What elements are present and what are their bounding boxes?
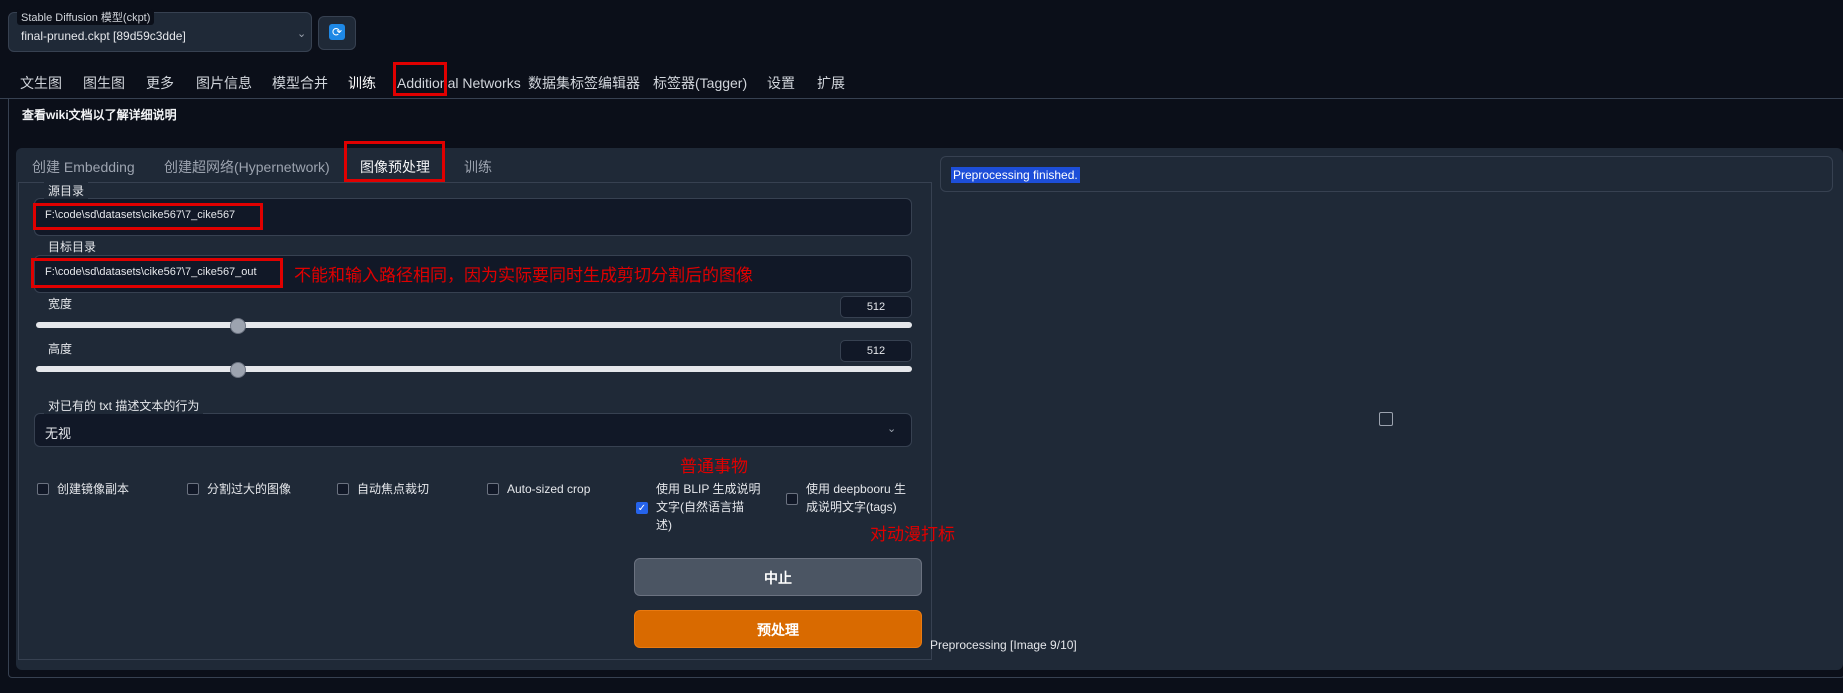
image-placeholder-icon (1379, 412, 1393, 426)
checkbox-create-flipped-copies[interactable] (37, 483, 49, 495)
progress-text: Preprocessing [Image 9/10] (930, 638, 1077, 652)
highlight-box-source-path (33, 203, 263, 230)
width-label: 宽度 (48, 297, 73, 311)
checkbox-auto-focal-crop[interactable] (337, 483, 349, 495)
target-directory-label: 目标目录 (44, 238, 101, 255)
height-label: 高度 (48, 342, 73, 356)
height-slider[interactable] (36, 366, 912, 372)
tab-settings[interactable]: 设置 (757, 68, 805, 98)
refresh-icon: ⟳ (329, 24, 345, 40)
subtab-create-hypernetwork[interactable]: 创建超网络(Hypernetwork) (164, 152, 330, 182)
label-blip-caption-line2: 文字(自然语言描 (656, 500, 744, 514)
annotation-anime-tagging: 对动漫打标 (870, 525, 955, 545)
tab-more[interactable]: 更多 (136, 68, 184, 98)
tab-extensions[interactable]: 扩展 (807, 68, 855, 98)
refresh-model-button[interactable]: ⟳ (318, 16, 356, 50)
model-dropdown[interactable]: final-pruned.ckpt [89d59c3dde] ⌄ (9, 21, 309, 53)
height-number-input[interactable]: 512 (840, 340, 912, 362)
tab-txt2img[interactable]: 文生图 (10, 68, 72, 98)
preprocess-button[interactable]: 预处理 (634, 610, 922, 648)
checkbox-deepbooru-caption[interactable] (786, 493, 798, 505)
status-output: Preprocessing finished. (940, 156, 1833, 192)
label-deepbooru-caption-line2: 成说明文字(tags) (806, 500, 897, 514)
model-selector-box: Stable Diffusion 模型(ckpt) final-pruned.c… (8, 9, 312, 53)
label-create-flipped-copies: 创建镜像副本 (57, 482, 130, 496)
subtab-train[interactable]: 训练 (464, 152, 492, 182)
existing-caption-action-dropdown[interactable]: 无视 ⌄ (34, 413, 912, 447)
interrupt-button[interactable]: 中止 (634, 558, 922, 596)
existing-caption-action-value: 无视 (45, 426, 72, 441)
label-auto-sized-crop: Auto-sized crop (507, 482, 591, 496)
label-blip-caption-line1: 使用 BLIP 生成说明 (656, 482, 761, 496)
width-slider[interactable] (36, 322, 912, 328)
tab-train[interactable]: 训练 (338, 68, 386, 98)
tab-tagger[interactable]: 标签器(Tagger) (643, 68, 757, 98)
highlight-box-train-tab (393, 62, 447, 96)
highlight-box-preprocess-subtab (344, 141, 445, 182)
tab-img2img[interactable]: 图生图 (73, 68, 135, 98)
checkbox-split-oversized[interactable] (187, 483, 199, 495)
checkbox-auto-sized-crop[interactable] (487, 483, 499, 495)
model-selected-value: final-pruned.ckpt [89d59c3dde] (21, 29, 186, 43)
tab-model-merge[interactable]: 模型合并 (262, 68, 338, 98)
label-split-oversized: 分割过大的图像 (207, 482, 292, 496)
chevron-down-icon: ⌄ (887, 423, 897, 435)
annotation-path-note: 不能和输入路径相同，因为实际要同时生成剪切分割后的图像 (294, 266, 753, 286)
width-number-input[interactable]: 512 (840, 296, 912, 318)
tab-image-info[interactable]: 图片信息 (186, 68, 262, 98)
tab-dataset-tag-editor[interactable]: 数据集标签编辑器 (518, 68, 650, 98)
source-directory-label: 源目录 (44, 182, 89, 199)
status-message: Preprocessing finished. (951, 167, 1080, 183)
label-auto-focal-crop: 自动焦点裁切 (357, 482, 430, 496)
existing-caption-action-label: 对已有的 txt 描述文本的行为 (44, 397, 204, 414)
annotation-common-objects: 普通事物 (680, 457, 748, 477)
highlight-box-target-path (31, 258, 283, 288)
checkbox-blip-caption[interactable]: ✓ (636, 502, 648, 514)
label-blip-caption-line3: 述) (656, 518, 672, 532)
subtab-create-embedding[interactable]: 创建 Embedding (32, 152, 135, 182)
wiki-link-text[interactable]: 查看wiki文档以了解详细说明 (22, 106, 177, 123)
label-deepbooru-caption-line1: 使用 deepbooru 生 (806, 482, 907, 496)
